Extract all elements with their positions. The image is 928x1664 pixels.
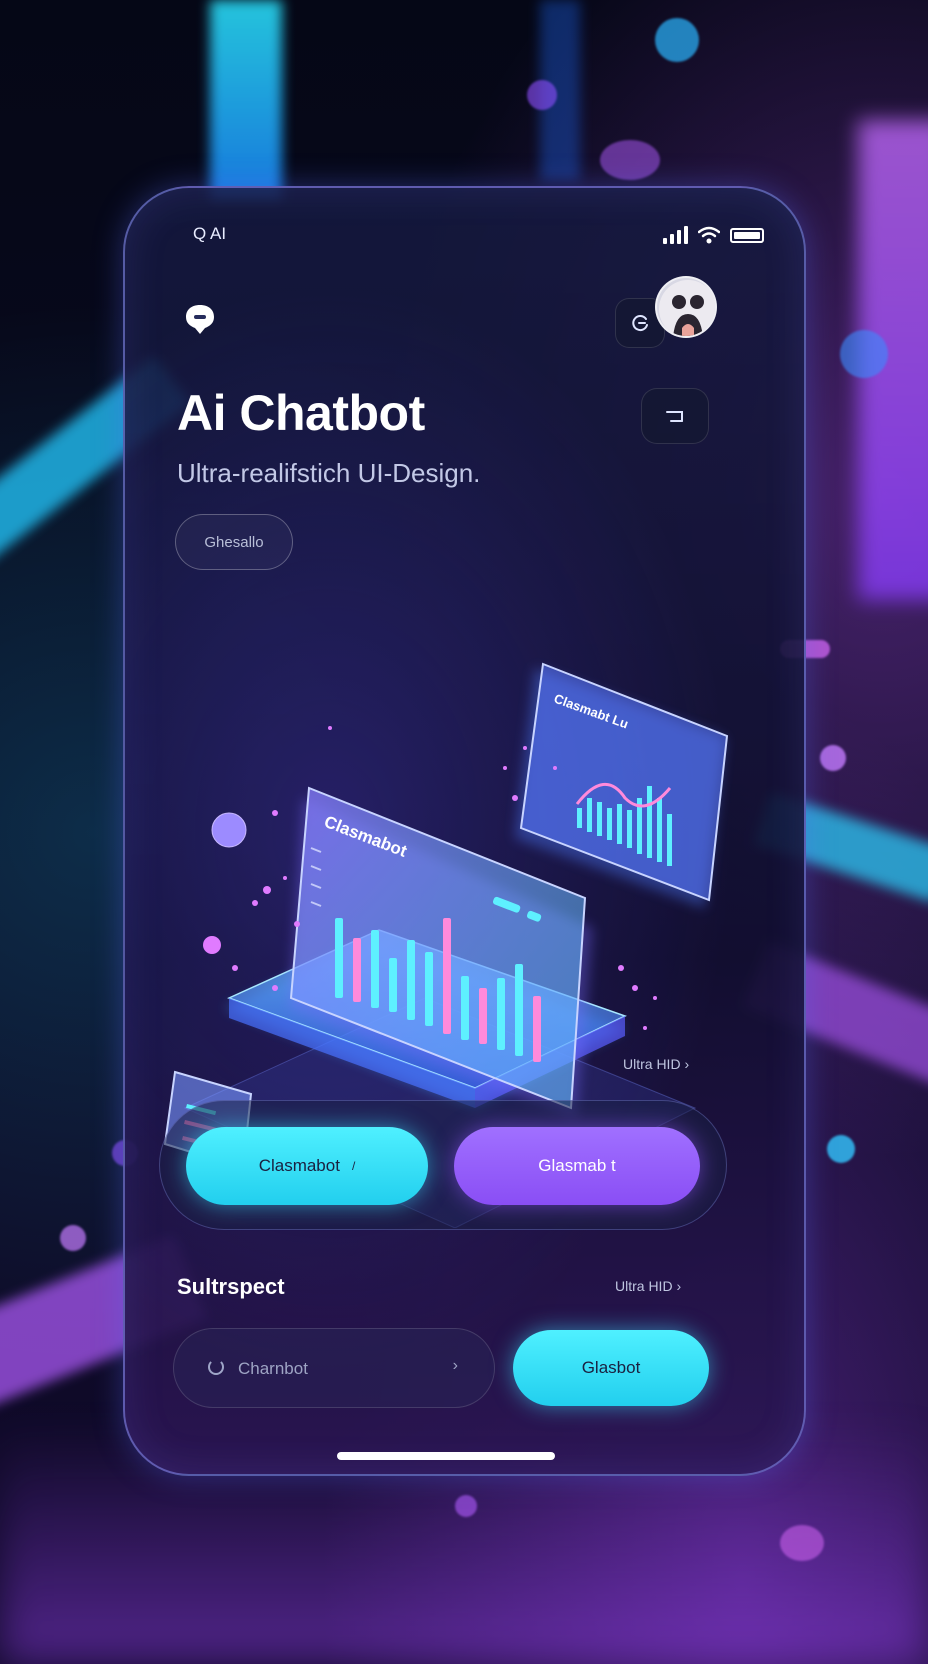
send-button[interactable]: Glasbot bbox=[513, 1330, 709, 1406]
ultra-hd-badge: Ultra HID › bbox=[615, 1278, 681, 1294]
chart-bar bbox=[533, 996, 541, 1062]
mini-bar bbox=[587, 798, 592, 832]
primary-action-label: Clasmabot bbox=[258, 1156, 340, 1175]
secondary-action-label: Glasmab t bbox=[538, 1156, 616, 1175]
phone-frame: Q AI Ai Chatbot Ultra-realifstich UI-Des… bbox=[123, 186, 806, 1476]
chart-bar bbox=[371, 930, 379, 1008]
signal-icon bbox=[663, 226, 688, 244]
chart-bar bbox=[407, 940, 415, 1020]
section-title: Sultrspect bbox=[177, 1274, 285, 1299]
chart-bar bbox=[425, 952, 433, 1026]
action-panel: Clasmabot / Glasmab t bbox=[159, 1100, 727, 1230]
avatar-figure-icon bbox=[659, 280, 715, 336]
ultra-hd-badge: Ultra HID › bbox=[623, 1056, 689, 1072]
edit-icon: / bbox=[351, 1159, 356, 1173]
bokeh-dot bbox=[820, 745, 846, 771]
status-carrier: Q AI bbox=[193, 224, 227, 243]
mini-bar bbox=[617, 804, 622, 844]
chat-bubble-icon[interactable] bbox=[183, 302, 217, 336]
bokeh-dot bbox=[827, 1135, 855, 1163]
mini-bar bbox=[667, 814, 672, 866]
chart-bar bbox=[335, 918, 343, 998]
bokeh-dot bbox=[600, 140, 660, 180]
bokeh-dot bbox=[455, 1495, 477, 1517]
chart-bar bbox=[353, 938, 361, 1002]
chat-input-field[interactable]: Charnbot › bbox=[173, 1328, 495, 1408]
chevron-right-icon: › bbox=[684, 1056, 690, 1072]
ultra-hd-label: Ultra HID bbox=[623, 1056, 681, 1072]
home-indicator[interactable] bbox=[337, 1452, 555, 1460]
status-bar: Q AI bbox=[125, 224, 804, 248]
wifi-icon bbox=[698, 226, 720, 244]
send-button-label: Glasbot bbox=[581, 1358, 641, 1377]
chart-bar bbox=[443, 918, 451, 1034]
ultra-hd-label: Ultra HID bbox=[615, 1278, 673, 1294]
battery-icon bbox=[730, 227, 764, 243]
chart-bar bbox=[479, 988, 487, 1044]
mini-bar bbox=[647, 786, 652, 858]
corner-arrow-icon bbox=[666, 411, 683, 422]
chevron-right-icon: › bbox=[676, 1278, 682, 1294]
chevron-right-icon: › bbox=[452, 1357, 458, 1374]
bokeh-dot bbox=[60, 1225, 86, 1251]
chat-input-placeholder: Charnbot bbox=[238, 1359, 308, 1378]
mini-bar bbox=[657, 798, 662, 862]
mini-bar bbox=[627, 810, 632, 848]
bokeh-dot bbox=[655, 18, 699, 62]
bokeh-dot bbox=[780, 1525, 824, 1561]
chart-bar bbox=[515, 964, 523, 1056]
mini-bar bbox=[577, 808, 582, 828]
loading-ring-icon bbox=[208, 1359, 224, 1375]
mini-bar bbox=[597, 802, 602, 836]
mini-bar bbox=[607, 808, 612, 840]
bokeh-dot bbox=[527, 80, 557, 110]
primary-action-button[interactable]: Clasmabot / bbox=[186, 1127, 428, 1205]
chart-bar bbox=[389, 958, 397, 1012]
corner-button[interactable] bbox=[641, 388, 709, 444]
chart-bar bbox=[461, 976, 469, 1040]
bokeh-dot bbox=[840, 330, 888, 378]
light-beam bbox=[210, 0, 282, 200]
user-avatar[interactable] bbox=[655, 276, 717, 338]
refresh-icon bbox=[632, 315, 648, 332]
status-icons bbox=[663, 226, 764, 244]
chart-bar bbox=[497, 978, 505, 1050]
floating-card bbox=[519, 662, 729, 902]
floating-orb bbox=[211, 812, 247, 848]
page-title: Ai Chatbot bbox=[177, 385, 425, 441]
secondary-action-button[interactable]: Glasmab t bbox=[454, 1127, 700, 1205]
